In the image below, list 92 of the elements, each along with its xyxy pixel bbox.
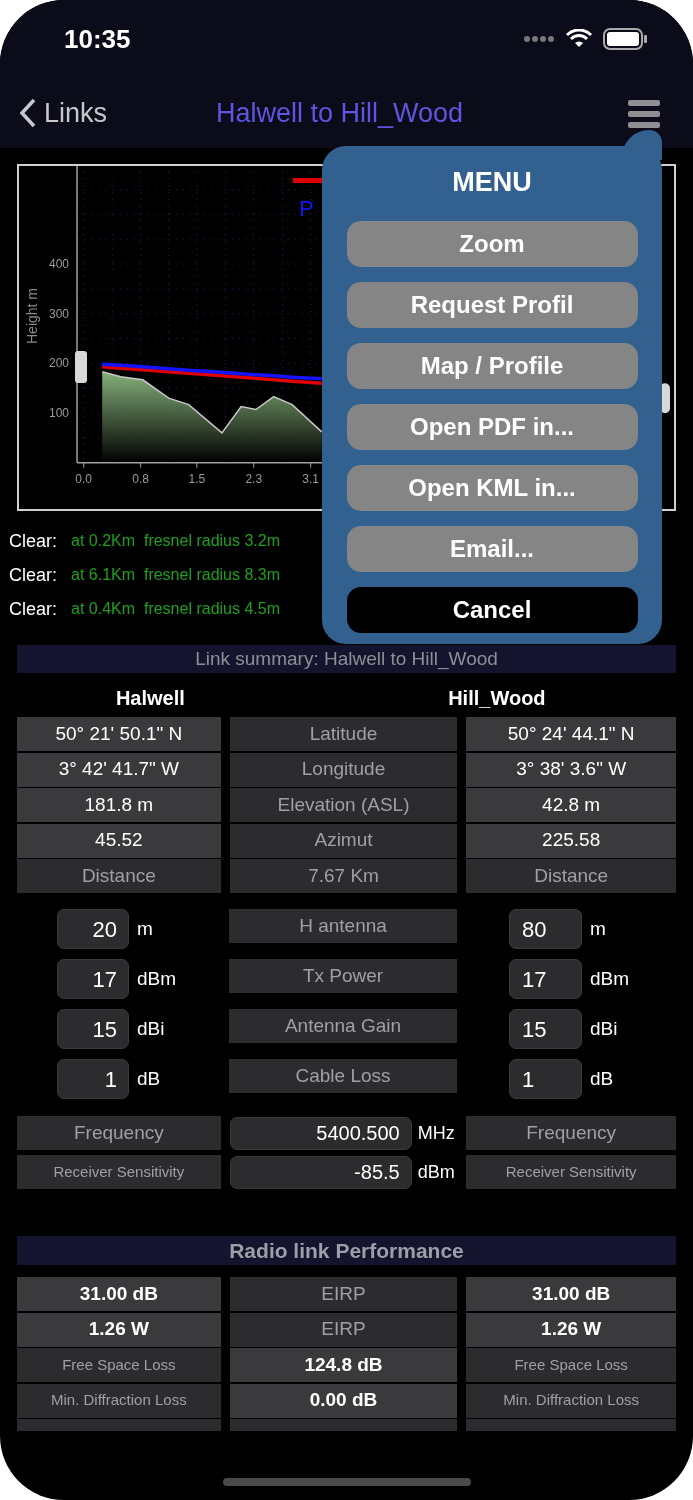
clearance-detail: at 0.2Km fresnel radius 3.2m xyxy=(71,531,280,551)
input-field[interactable]: 1 xyxy=(57,1059,129,1099)
unit-label: dBi xyxy=(137,1016,165,1041)
table-cell: Cable Loss xyxy=(229,1059,457,1093)
table-cell: Receiver Sensitivity xyxy=(466,1155,676,1189)
input-field[interactable]: 5400.500 xyxy=(229,1116,412,1150)
unit-label: dBm xyxy=(137,966,177,991)
clearance-detail: at 0.4Km fresnel radius 4.5m xyxy=(71,599,280,619)
axis-tick-label: 200 xyxy=(48,356,69,371)
table-cell: 225.58 xyxy=(466,823,676,858)
table-cell: Distance xyxy=(466,859,676,893)
table-cell: Antenna Gain xyxy=(229,1009,457,1043)
unit-label: dBm xyxy=(590,966,630,991)
table-cell: 42.8 m xyxy=(466,788,676,822)
clearance-label: Clear: xyxy=(9,597,57,621)
table-cell: 1.26 W xyxy=(466,1312,676,1347)
menu-item[interactable]: Request Profil xyxy=(346,281,638,328)
table-cell: Frequency xyxy=(17,1116,221,1150)
table-cell: Latitude xyxy=(229,717,458,751)
menu-item[interactable]: Open KML in... xyxy=(346,464,638,511)
back-button[interactable]: Links xyxy=(20,92,108,134)
input-field[interactable]: 17 xyxy=(57,959,129,999)
table-cell: 3° 42' 41.7" W xyxy=(17,752,221,787)
table-cell: 50° 21' 50.1" N xyxy=(17,717,221,751)
unit-label: MHz xyxy=(417,1121,455,1145)
signal-icon xyxy=(523,35,555,43)
axis-tick-label: 3.1 xyxy=(302,471,319,486)
table-cell: 31.00 dB xyxy=(466,1277,676,1311)
legend-label: P xyxy=(299,196,314,221)
section-header: Link summary: Halwell to Hill_Wood xyxy=(17,645,676,673)
table-cell: Frequency xyxy=(466,1116,676,1150)
axis-tick-label: 0.0 xyxy=(75,471,93,486)
menu-item[interactable]: Open PDF in... xyxy=(346,403,638,450)
unit-label: m xyxy=(590,916,606,941)
unit-label: dB xyxy=(137,1066,161,1091)
wifi-icon xyxy=(565,29,593,49)
axis-tick-label: 400 xyxy=(48,257,69,272)
table-cell: EIRP xyxy=(229,1277,458,1311)
input-field[interactable]: 1 xyxy=(509,1059,582,1099)
input-field[interactable]: 17 xyxy=(509,959,582,999)
table-cell: 50° 24' 44.1" N xyxy=(466,717,676,751)
clearance-label: Clear: xyxy=(9,529,57,553)
axis-tick-label: 100 xyxy=(48,406,69,421)
axis-tick-label: 300 xyxy=(48,306,69,321)
input-field[interactable]: 15 xyxy=(509,1009,582,1049)
table-cell: Tx Power xyxy=(229,959,457,993)
table-cell: Free Space Loss xyxy=(17,1348,221,1382)
menu-item[interactable]: Map / Profile xyxy=(346,342,638,389)
table-cell: 3° 38' 3.6" W xyxy=(466,752,676,787)
table-cell: Elevation (ASL) xyxy=(229,788,458,822)
chevron-left-icon xyxy=(20,98,36,128)
menu-title: MENU xyxy=(452,166,532,199)
table-cell: 0.00 dB xyxy=(229,1383,458,1418)
axis-tick-label: 1.5 xyxy=(188,471,206,486)
unit-label: dB xyxy=(590,1066,614,1091)
table-cell: Longitude xyxy=(229,752,458,787)
clearance-label: Clear: xyxy=(9,563,57,587)
table-cell: Distance xyxy=(17,859,221,893)
input-field[interactable]: 80 xyxy=(509,909,582,949)
table-cell: 31.00 dB xyxy=(17,1277,221,1311)
table-cell: 7.67 Km xyxy=(229,859,458,893)
site-name: Halwell xyxy=(114,686,186,711)
axis-title: Height m xyxy=(24,288,40,344)
table-cell: Receiver Sensitivity xyxy=(17,1155,221,1189)
site-name: Hill_Wood xyxy=(447,686,547,711)
table-cell: Azimut xyxy=(229,823,458,858)
menu-item[interactable]: Email... xyxy=(346,525,638,572)
unit-label: dBi xyxy=(590,1016,618,1041)
table-cell: 1.26 W xyxy=(17,1312,221,1347)
antenna-icon xyxy=(75,350,87,383)
menu-button[interactable] xyxy=(628,100,660,128)
menu-item[interactable]: Zoom xyxy=(346,220,638,267)
table-cell: Min. Diffraction Loss xyxy=(17,1383,221,1418)
input-field[interactable]: 15 xyxy=(57,1009,129,1049)
table-cell: 181.8 m xyxy=(17,788,221,822)
screen-title: Halwell to Hill_Wood xyxy=(216,96,464,130)
unit-label: dBm xyxy=(417,1160,455,1184)
table-cell: 124.8 dB xyxy=(229,1348,458,1382)
status-time: 10:35 xyxy=(64,22,131,56)
input-field[interactable]: 20 xyxy=(57,909,129,949)
table-cell: EIRP xyxy=(229,1312,458,1347)
section-header: Radio link Performance xyxy=(17,1236,676,1265)
clearance-detail: at 6.1Km fresnel radius 8.3m xyxy=(71,565,280,585)
battery-icon xyxy=(603,28,647,50)
table-cell: Min. Diffraction Loss xyxy=(466,1383,676,1418)
axis-tick-label: 2.3 xyxy=(245,471,263,486)
axis-tick-label: 0.8 xyxy=(132,471,149,486)
unit-label: m xyxy=(137,916,153,941)
input-field[interactable]: -85.5 xyxy=(229,1155,412,1189)
table-cell: Free Space Loss xyxy=(466,1348,676,1382)
table-cell: H antenna xyxy=(229,909,457,943)
table-cell: 45.52 xyxy=(17,823,221,858)
